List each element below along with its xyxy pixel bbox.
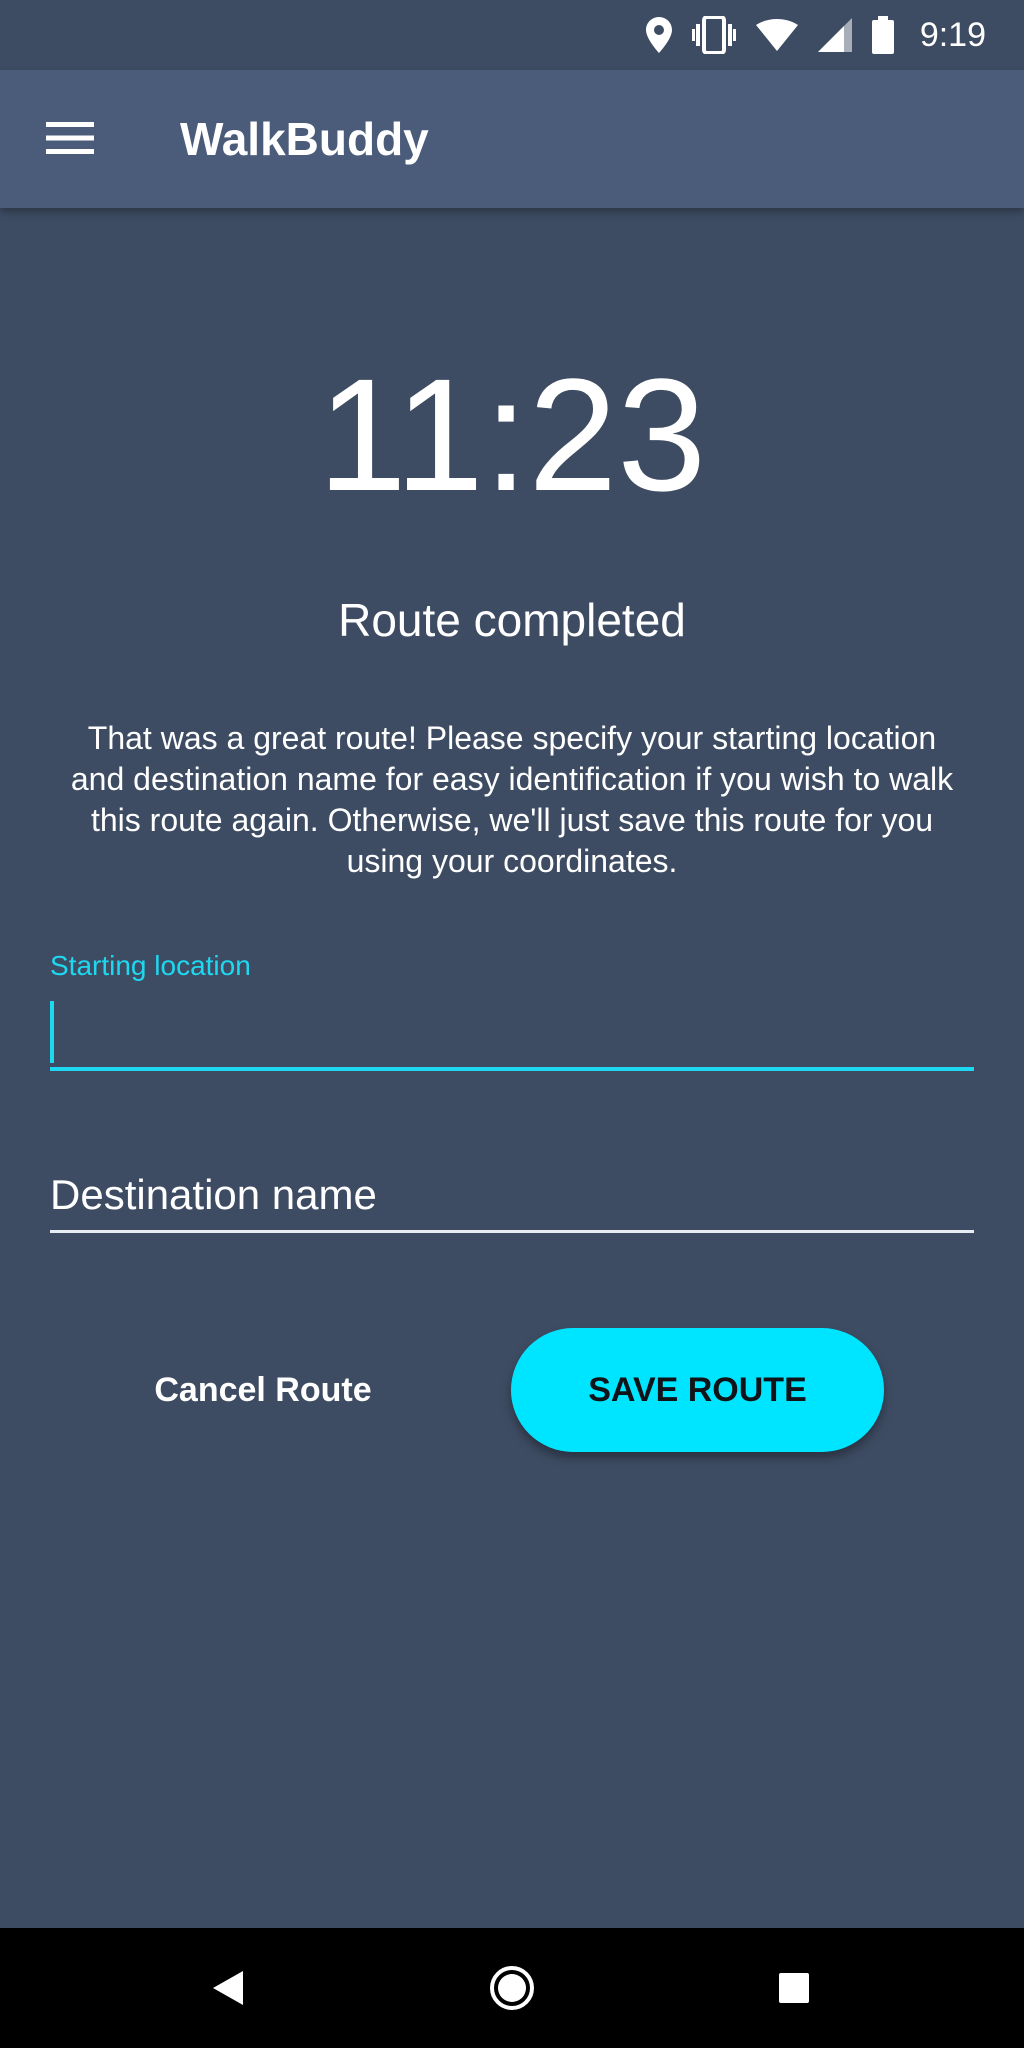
- status-bar: 9:19: [0, 0, 1024, 70]
- back-button[interactable]: [168, 1928, 288, 2048]
- cancel-route-button[interactable]: Cancel Route: [110, 1350, 416, 1430]
- recents-icon: [779, 1973, 809, 2003]
- home-icon: [490, 1966, 534, 2010]
- starting-location-label: Starting location: [50, 950, 251, 981]
- recents-button[interactable]: [734, 1928, 854, 2048]
- route-description: That was a great route! Please specify y…: [70, 720, 954, 879]
- save-route-button[interactable]: SAVE ROUTE: [511, 1328, 884, 1452]
- screen: 9:19 WalkBuddy 11:23 Route completed Tha…: [0, 0, 1024, 2048]
- location-icon: [645, 17, 672, 53]
- destination-name-input[interactable]: [50, 1160, 974, 1233]
- battery-icon: [871, 16, 894, 54]
- vibrate-icon: [691, 16, 736, 54]
- text-cursor: [50, 1001, 54, 1063]
- app-title: WalkBuddy: [180, 113, 429, 165]
- starting-location-field: Starting location: [50, 945, 974, 1073]
- hamburger-menu-icon[interactable]: [46, 120, 94, 156]
- starting-location-input[interactable]: [50, 997, 974, 1071]
- route-completed-heading: Route completed: [338, 594, 686, 646]
- destination-field: [50, 1160, 974, 1234]
- status-icons: 9:19: [645, 0, 986, 70]
- elapsed-time: 11:23: [317, 345, 707, 524]
- status-time: 9:19: [919, 15, 986, 54]
- system-navigation-bar: [0, 1928, 1024, 2048]
- wifi-icon: [755, 19, 798, 51]
- app-bar: WalkBuddy: [0, 70, 1024, 208]
- home-button[interactable]: [452, 1928, 572, 2048]
- signal-icon: [817, 18, 852, 52]
- back-icon: [213, 1971, 243, 2005]
